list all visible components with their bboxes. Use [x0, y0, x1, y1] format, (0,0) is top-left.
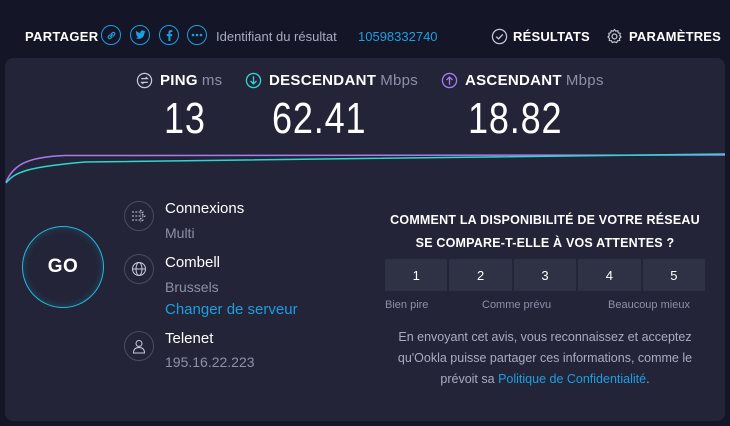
connections-icon	[124, 201, 154, 231]
scale-mid-label: Comme prévu	[482, 299, 552, 311]
upload-icon	[441, 72, 458, 89]
survey-disclaimer: En envoyant cet avis, vous reconnaissez …	[385, 327, 705, 390]
result-id-link[interactable]: 10598332740	[358, 29, 438, 44]
download-value: 62.41	[272, 94, 367, 143]
upload-label: ASCENDANT Mbps	[465, 72, 604, 89]
rating-button-3[interactable]: 3	[513, 259, 577, 291]
rating-scale: 1 2 3 4 5	[385, 259, 706, 291]
server-name: Combell	[165, 254, 221, 271]
twitter-icon	[134, 30, 146, 39]
results-link[interactable]: RÉSULTATS	[513, 29, 590, 44]
download-graph-line	[5, 153, 725, 184]
facebook-icon	[166, 29, 172, 41]
survey-question-line2: SE COMPARE-T-ELLE À VOS ATTENTES ?	[415, 236, 675, 250]
facebook-share-button[interactable]	[159, 25, 179, 45]
settings-link[interactable]: PARAMÈTRES	[629, 29, 721, 44]
provider-name: Telenet	[165, 330, 214, 347]
upload-value: 18.82	[468, 94, 563, 143]
link-share-button[interactable]	[101, 25, 121, 45]
more-share-button[interactable]	[187, 25, 207, 45]
ping-label-text: PING	[160, 72, 198, 89]
ping-value: 13	[164, 94, 206, 143]
rating-button-4[interactable]: 4	[578, 259, 641, 291]
connections-title: Connexions	[165, 200, 245, 217]
ping-icon	[136, 72, 153, 89]
globe-icon	[124, 254, 154, 284]
connections-value: Multi	[165, 225, 195, 241]
upload-label-text: ASCENDANT	[465, 72, 562, 89]
server-location: Brussels	[165, 279, 219, 295]
speed-graph	[5, 153, 725, 184]
twitter-share-button[interactable]	[130, 25, 150, 45]
scale-high-label: Beaucoup mieux	[608, 299, 690, 311]
top-bar: PARTAGER Identifiant du résultat 1059833…	[0, 0, 730, 58]
provider-ip: 195.16.22.223	[165, 354, 255, 370]
user-icon	[124, 331, 154, 361]
download-icon	[245, 72, 262, 89]
rating-button-5[interactable]: 5	[642, 259, 706, 291]
share-label: PARTAGER	[25, 29, 99, 44]
ping-unit: ms	[201, 72, 223, 89]
go-button[interactable]: GO	[22, 226, 104, 308]
privacy-policy-link[interactable]: Politique de Confidentialité	[498, 372, 646, 386]
upload-unit: Mbps	[565, 72, 604, 89]
download-label-text: DESCENDANT	[269, 72, 377, 89]
gear-icon	[607, 28, 622, 44]
download-unit: Mbps	[380, 72, 419, 89]
scale-low-label: Bien pire	[385, 299, 429, 311]
check-circle-icon	[491, 28, 508, 45]
link-icon	[107, 31, 115, 39]
more-icon	[191, 33, 203, 37]
change-server-link[interactable]: Changer de serveur	[165, 301, 298, 318]
download-label: DESCENDANT Mbps	[269, 72, 418, 89]
rating-button-1[interactable]: 1	[385, 259, 448, 291]
disclaimer-end: .	[646, 372, 650, 386]
ping-label: PING ms	[160, 72, 222, 89]
survey-question: COMMENT LA DISPONIBILITÉ DE VOTRE RÉSEAU…	[375, 209, 715, 255]
rating-button-2[interactable]: 2	[449, 259, 512, 291]
result-id-label: Identifiant du résultat	[216, 29, 337, 44]
survey-question-line1: COMMENT LA DISPONIBILITÉ DE VOTRE RÉSEAU	[390, 213, 700, 227]
